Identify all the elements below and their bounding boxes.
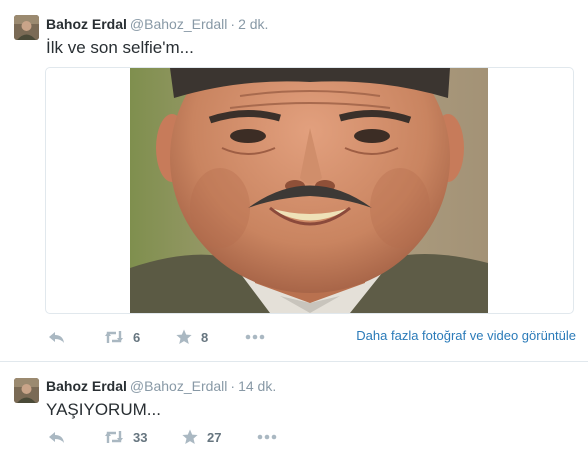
retweet-count: 33 [133, 429, 148, 445]
view-more-media-link[interactable]: Daha fazla fotoğraf ve video görüntüle [356, 328, 576, 343]
favorite-count: 8 [201, 329, 209, 345]
reply-button[interactable] [48, 327, 66, 347]
tweet-header: Bahoz Erdal @Bahoz_Erdall · 14 dk. [46, 378, 276, 394]
reply-icon [48, 329, 66, 345]
more-button[interactable] [245, 327, 265, 347]
tweet-text: İlk ve son selfie'm... [46, 38, 194, 57]
retweet-button[interactable]: 6 [104, 327, 140, 347]
tweet[interactable]: Bahoz Erdal @Bahoz_Erdall · 14 dk. YAŞIYORU… [0, 363, 588, 460]
retweet-button[interactable]: 33 [104, 427, 147, 447]
author-name[interactable]: Bahoz Erdal [46, 378, 127, 394]
tweet[interactable]: Bahoz Erdal @Bahoz_Erdall · 2 dk. İlk ve so… [0, 0, 588, 362]
more-button[interactable] [257, 427, 277, 447]
star-icon [176, 329, 192, 345]
favorite-button[interactable]: 8 [176, 327, 208, 347]
tweet-timestamp[interactable]: 2 dk. [238, 16, 268, 32]
tweet-text: YAŞIYORUM... [46, 400, 161, 419]
tweet-actions: 6 8 Daha fazla fotoğraf ve video görüntü… [46, 327, 576, 347]
tweet-divider [0, 361, 588, 362]
selfie-photo[interactable] [130, 68, 488, 313]
retweet-icon [104, 429, 124, 445]
star-icon [182, 429, 198, 445]
reply-icon [48, 429, 66, 445]
retweet-icon [104, 329, 124, 345]
avatar[interactable] [14, 15, 39, 40]
retweet-count: 6 [133, 329, 141, 345]
author-name[interactable]: Bahoz Erdal [46, 16, 127, 32]
separator-dot: · [230, 378, 236, 394]
reply-button[interactable] [48, 427, 66, 447]
tweet-timestamp[interactable]: 14 dk. [238, 378, 276, 394]
more-icon [245, 334, 265, 340]
media-card[interactable] [45, 67, 574, 314]
separator-dot: · [230, 16, 236, 32]
author-handle[interactable]: @Bahoz_Erdall [130, 16, 228, 32]
more-icon [257, 434, 277, 440]
tweet-header: Bahoz Erdal @Bahoz_Erdall · 2 dk. [46, 16, 268, 32]
favorite-count: 27 [207, 429, 222, 445]
author-handle[interactable]: @Bahoz_Erdall [130, 378, 228, 394]
favorite-button[interactable]: 27 [182, 427, 221, 447]
avatar[interactable] [14, 378, 39, 403]
tweet-actions: 33 27 [46, 427, 576, 447]
